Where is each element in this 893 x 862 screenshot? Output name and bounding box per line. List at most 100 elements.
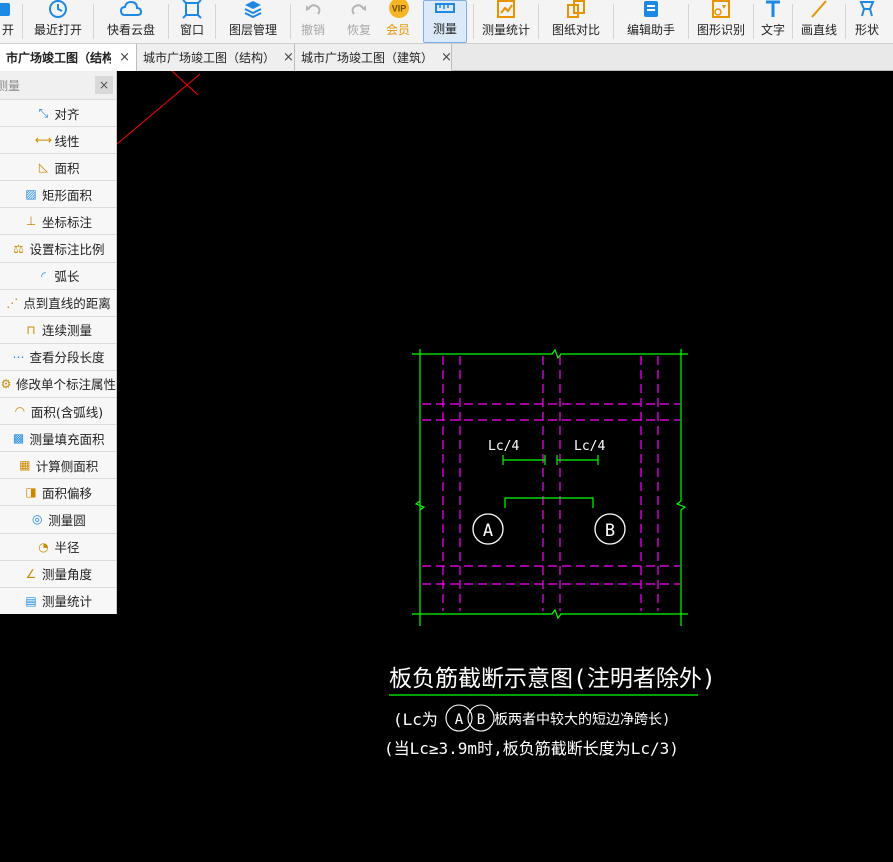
measure-panel: 测量 × ⤡ 对齐 ⟷ 线性 ◺ 面积 ▨ 矩形面积 ⊥ 坐标标注 ⚖ 设置标注比例 ◜ 弧长 ⋰ 点到直线的…: [0, 71, 117, 614]
toolbar-separator: [613, 4, 614, 39]
close-icon[interactable]: ×: [119, 50, 130, 65]
measure-tool-item[interactable]: ◺ 面积: [0, 153, 116, 181]
text-button[interactable]: 文字: [760, 0, 786, 43]
toolbar-separator: [93, 4, 94, 39]
svg-text:A: A: [455, 712, 464, 728]
open-icon: [0, 0, 19, 19]
toolbar-separator: [290, 4, 291, 39]
measure-tool-item[interactable]: ⋰ 点到直线的距离: [0, 288, 116, 316]
drawing-canvas[interactable]: Lc/4 Lc/4 A B 板负筋截断示意图(注明者除外) (Lc为 A B 板…: [0, 71, 893, 862]
measure-tool-label: 测量统计: [41, 594, 92, 610]
window-button[interactable]: 窗口: [175, 0, 209, 43]
measure-tool-item[interactable]: ⚙ 修改单个标注属性: [0, 369, 116, 398]
svg-text:A: A: [483, 521, 493, 541]
area-icon: ◺: [38, 160, 49, 175]
measure-tool-label: 线性: [54, 133, 80, 149]
measure-icon: [434, 0, 456, 18]
open-button[interactable]: 开: [0, 0, 16, 43]
measure-tool-label: 测量填充面积: [29, 431, 105, 447]
crosshair-line: [171, 71, 199, 96]
measure-tool-label: 坐标标注: [41, 214, 92, 230]
measure-tool-item[interactable]: ▤ 测量统计: [0, 586, 116, 614]
slab-rebar-diagram: Lc/4 Lc/4 A B: [412, 348, 688, 626]
undo-button[interactable]: 撤销: [297, 0, 329, 43]
main-toolbar: 开 最近打开 快看云盘 窗口 图层管理 撤销 恢复 VIP 会员 测量 测量统计: [0, 0, 893, 44]
measure-tool-label: 面积: [54, 160, 80, 176]
measure-tool-item[interactable]: ◠ 面积(含弧线): [0, 397, 116, 425]
close-icon[interactable]: ×: [283, 50, 294, 65]
crosshair-line: [116, 73, 201, 145]
arc-length-icon: ◜: [41, 268, 46, 283]
measure-tool-item[interactable]: ⟷ 线性: [0, 126, 116, 154]
close-icon[interactable]: ×: [441, 50, 452, 65]
segment-length-icon: ⋯: [12, 349, 25, 364]
measure-stats-button[interactable]: 测量统计: [480, 0, 532, 43]
vip-button[interactable]: VIP 会员: [383, 0, 413, 43]
measure-tool-item[interactable]: ▦ 计算侧面积: [0, 451, 116, 479]
measure-tool-item[interactable]: ⊓ 连续测量: [0, 315, 116, 343]
measure-tool-item[interactable]: ▨ 矩形面积: [0, 180, 116, 208]
scale-icon: ⚖: [13, 241, 24, 256]
measure-stats-icon: [495, 0, 517, 19]
measure-tool-item[interactable]: ∠ 测量角度: [0, 559, 116, 587]
cloud-button[interactable]: 快看云盘: [100, 0, 162, 43]
measure-tool-item[interactable]: ◜ 弧长: [0, 261, 116, 289]
coordinate-icon: ⊥: [25, 214, 37, 229]
dim-label-right: Lc/4: [574, 439, 605, 454]
area-offset-icon: ◨: [25, 485, 37, 500]
toolbar-separator: [473, 4, 474, 39]
cloud-icon: [120, 0, 142, 19]
toolbar-separator: [845, 4, 846, 39]
shape-button[interactable]: 形状: [852, 0, 882, 43]
layer-manager-button[interactable]: 图层管理: [222, 0, 284, 43]
point-line-distance-icon: ⋰: [6, 295, 19, 310]
measure-tool-item[interactable]: ◎ 测量圆: [0, 505, 116, 533]
note-1-prefix: (Lc为: [393, 710, 438, 729]
measure-tool-item[interactable]: ⊥ 坐标标注: [0, 207, 116, 235]
tab-structure-1[interactable]: 市广场竣工图（结构 ×: [0, 44, 137, 71]
tab-architecture[interactable]: 城市广场竣工图（建筑） ×: [295, 44, 452, 71]
linear-icon: ⟷: [34, 133, 53, 148]
undo-icon: [302, 0, 324, 19]
svg-text:B: B: [605, 521, 615, 541]
draw-line-button[interactable]: 画直线: [799, 0, 839, 43]
measure-tool-item[interactable]: ⋯ 查看分段长度: [0, 342, 116, 370]
recent-icon: [47, 0, 69, 19]
edit-assistant-button[interactable]: 编辑助手: [620, 0, 682, 43]
measure-tool-item[interactable]: ▩ 测量填充面积: [0, 424, 116, 452]
toolbar-separator: [22, 4, 23, 39]
redo-button[interactable]: 恢复: [339, 0, 379, 43]
recent-open-button[interactable]: 最近打开: [29, 0, 87, 43]
edit-assistant-icon: [640, 0, 662, 19]
tab-structure-2[interactable]: 城市广场竣工图（结构） ×: [137, 44, 295, 71]
measure-tool-item[interactable]: ⚖ 设置标注比例: [0, 234, 116, 262]
toolbar-separator: [538, 4, 539, 39]
measure-tool-item[interactable]: ◔ 半径: [0, 532, 116, 560]
dim-label-left: Lc/4: [488, 439, 519, 454]
svg-text:B: B: [477, 712, 485, 728]
drawing-title: 板负筋截断示意图(注明者除外): [389, 666, 716, 692]
measure-tool-label: 半径: [54, 540, 80, 556]
shape-recognition-button[interactable]: 图形识别: [695, 0, 747, 43]
drawing-compare-button[interactable]: 图纸对比: [545, 0, 607, 43]
measure-tool-label: 连续测量: [41, 323, 92, 339]
rect-area-icon: ▨: [25, 187, 37, 202]
measure-button[interactable]: 测量: [423, 0, 467, 43]
layers-icon: [242, 0, 264, 19]
measure-tool-label: 对齐: [54, 106, 80, 122]
text-icon: [762, 0, 784, 19]
angle-icon: ∠: [25, 566, 37, 581]
arc-area-icon: ◠: [14, 404, 26, 419]
measure-tool-item[interactable]: ⤡ 对齐: [0, 99, 116, 127]
measure-tool-item[interactable]: ◨ 面积偏移: [0, 478, 116, 506]
radius-icon: ◔: [38, 539, 49, 554]
close-icon[interactable]: ×: [95, 76, 113, 94]
edit-annotation-icon: ⚙: [0, 376, 12, 391]
align-icon: ⤡: [38, 105, 49, 120]
redo-icon: [348, 0, 370, 19]
stats-icon: ▤: [25, 593, 37, 608]
toolbar-separator: [168, 4, 169, 39]
svg-text:VIP: VIP: [392, 4, 407, 14]
toolbar-separator: [215, 4, 216, 39]
note-1-suffix: 板两者中较大的短边净跨长): [494, 712, 670, 728]
